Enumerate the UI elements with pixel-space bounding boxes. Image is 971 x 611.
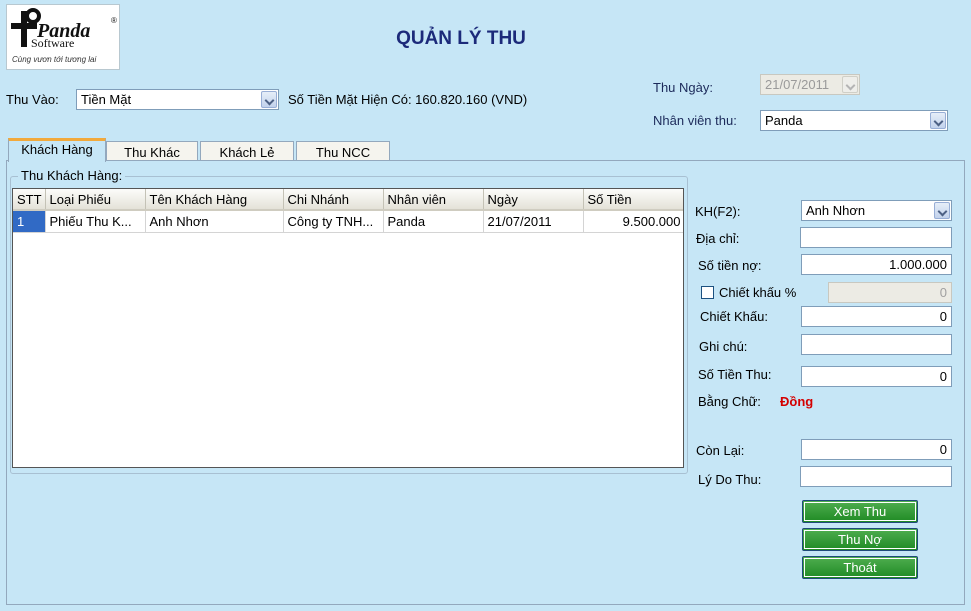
- nhan-vien-thu-label: Nhân viên thu:: [653, 113, 737, 128]
- thu-ngay-label: Thu Ngày:: [653, 80, 713, 95]
- logo-registered: ®: [111, 16, 117, 25]
- ly-do-thu-input[interactable]: [800, 466, 952, 487]
- khach-hang-select[interactable]: Anh Nhơn: [801, 200, 952, 221]
- bang-chu-label: Bằng Chữ:: [698, 394, 761, 409]
- column-header-nhan-vien[interactable]: Nhân viên: [383, 189, 484, 211]
- con-lai-input[interactable]: 0: [801, 439, 952, 460]
- thu-vao-label: Thu Vào:: [6, 92, 59, 107]
- column-header-ngay[interactable]: Ngày: [483, 189, 584, 211]
- cell-chi-nhanh[interactable]: Công ty TNH...: [283, 210, 384, 233]
- dia-chi-input[interactable]: [800, 227, 952, 248]
- thu-vao-select[interactable]: Tiền Mặt: [76, 89, 279, 110]
- receipts-grid[interactable]: STT Loại Phiếu Tên Khách Hàng Chi Nhánh …: [12, 188, 684, 468]
- kh-label: KH(F2):: [695, 204, 741, 219]
- chevron-down-icon[interactable]: [934, 202, 950, 219]
- chevron-down-icon[interactable]: [261, 91, 277, 108]
- thu-ngay-datepicker[interactable]: 21/07/2011: [760, 74, 860, 95]
- thu-vao-value: Tiền Mặt: [81, 92, 132, 107]
- nhan-vien-thu-select[interactable]: Panda: [760, 110, 948, 131]
- ghi-chu-label: Ghi chú:: [699, 339, 748, 354]
- ghi-chu-input[interactable]: [801, 334, 952, 355]
- con-lai-label: Còn Lại:: [696, 443, 745, 458]
- chiet-khau-label: Chiết Khấu:: [700, 309, 768, 324]
- cell-nhan-vien[interactable]: Panda: [383, 210, 484, 233]
- column-header-so-tien[interactable]: Số Tiền: [583, 189, 683, 211]
- chiet-khau-pct-input[interactable]: 0: [828, 282, 952, 303]
- table-row[interactable]: 1 Phiếu Thu K... Anh Nhơn Công ty TNH...…: [13, 210, 683, 233]
- cell-loai-phieu[interactable]: Phiếu Thu K...: [45, 210, 146, 233]
- tab-khach-le[interactable]: Khách Lẻ: [200, 141, 294, 161]
- grid-header-row: STT Loại Phiếu Tên Khách Hàng Chi Nhánh …: [13, 189, 683, 211]
- xem-thu-button[interactable]: Xem Thu: [802, 500, 918, 523]
- logo-tagline: Cùng vươn tới tương lai: [12, 55, 96, 64]
- dia-chi-label: Địa chỉ:: [696, 231, 740, 246]
- thu-ngay-value: 21/07/2011: [765, 77, 830, 92]
- cell-ngay[interactable]: 21/07/2011: [483, 210, 584, 233]
- so-tien-no-label: Số tiền nợ:: [698, 258, 762, 273]
- thu-no-button[interactable]: Thu Nợ: [802, 528, 918, 551]
- chiet-khau-input[interactable]: 0: [801, 306, 952, 327]
- ly-do-thu-label: Lý Do Thu:: [698, 472, 762, 487]
- cell-ten-khach-hang[interactable]: Anh Nhơn: [145, 210, 284, 233]
- chevron-down-icon[interactable]: [842, 76, 858, 93]
- so-tien-thu-label: Số Tiền Thu:: [698, 367, 772, 382]
- group-title: Thu Khách Hàng:: [18, 168, 126, 183]
- chiet-khau-pct-label: Chiết khấu %: [719, 285, 797, 300]
- page-title: QUẢN LÝ THU: [396, 28, 526, 49]
- so-tien-no-input[interactable]: 1.000.000: [801, 254, 952, 275]
- bang-chu-value: Đồng: [780, 394, 814, 409]
- tab-khach-hang[interactable]: Khách Hàng: [8, 138, 106, 162]
- tab-thu-ncc[interactable]: Thu NCC: [296, 141, 390, 161]
- cell-so-tien[interactable]: 9.500.000: [583, 210, 683, 233]
- column-header-ten-khach-hang[interactable]: Tên Khách Hàng: [145, 189, 284, 211]
- so-tien-thu-input[interactable]: 0: [801, 366, 952, 387]
- khach-hang-value: Anh Nhơn: [806, 203, 866, 218]
- thoat-button[interactable]: Thoát: [802, 556, 918, 579]
- tab-thu-khac[interactable]: Thu Khác: [106, 141, 198, 161]
- chiet-khau-checkbox[interactable]: [701, 286, 714, 299]
- nhan-vien-thu-value: Panda: [765, 113, 803, 128]
- chevron-down-icon[interactable]: [930, 112, 946, 129]
- so-tien-mat-label: Số Tiền Mặt Hiện Có: 160.820.160 (VND): [288, 92, 528, 107]
- cell-stt[interactable]: 1: [13, 210, 46, 233]
- column-header-chi-nhanh[interactable]: Chi Nhánh: [283, 189, 384, 211]
- column-header-stt[interactable]: STT: [13, 189, 46, 211]
- column-header-loai-phieu[interactable]: Loại Phiếu: [45, 189, 146, 211]
